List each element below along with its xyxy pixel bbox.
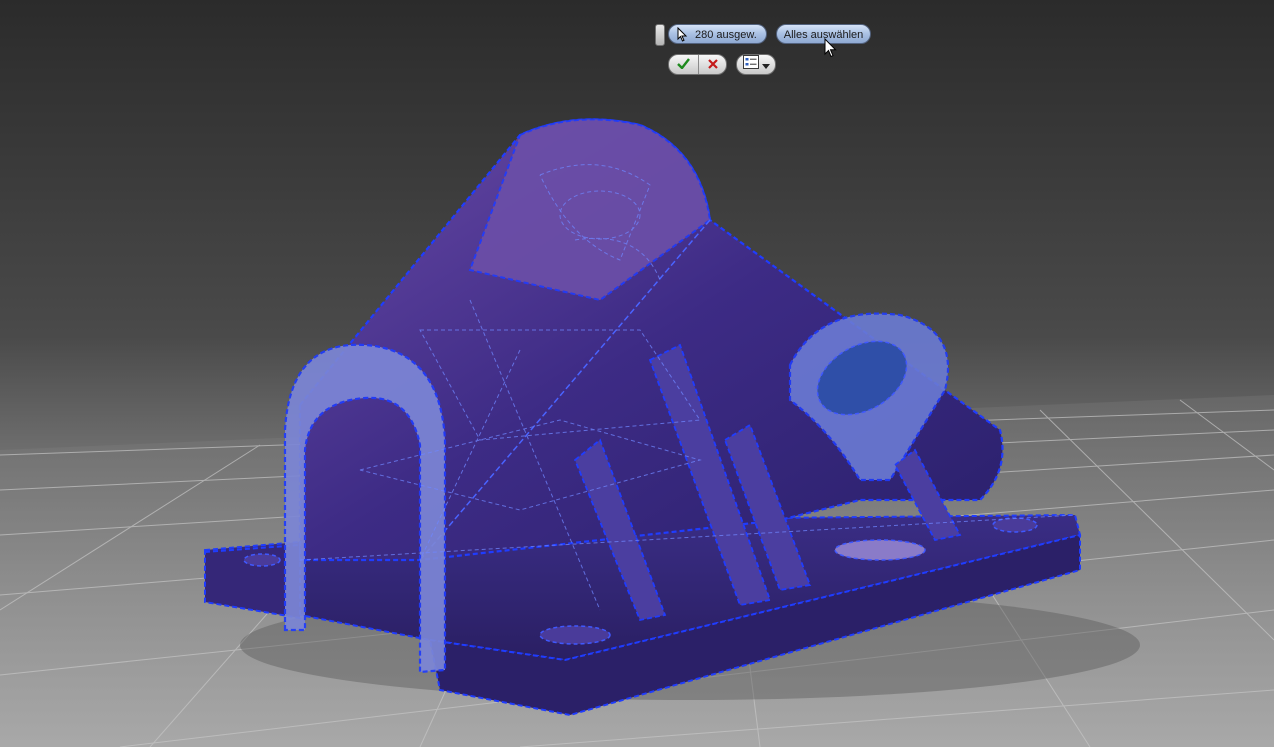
base-hole: [834, 539, 926, 561]
confirm-button-group: [668, 54, 727, 75]
base-hole: [992, 517, 1038, 533]
model-scene[interactable]: [0, 0, 1274, 747]
selected-count-button[interactable]: 280 ausgew.: [668, 24, 767, 44]
cancel-button[interactable]: [698, 55, 726, 74]
list-options-icon: [742, 55, 759, 74]
3d-viewport[interactable]: 280 ausgew. Alles auswählen: [0, 0, 1274, 747]
ok-button[interactable]: [669, 55, 699, 74]
options-dropdown-button[interactable]: [736, 54, 776, 75]
toolbar-grip-handle[interactable]: [655, 24, 665, 46]
cursor-arrow-icon: [677, 26, 688, 49]
selected-count-label: 280 ausgew.: [695, 29, 757, 41]
base-hole: [243, 553, 281, 567]
base-hole: [539, 625, 611, 645]
mouse-pointer-icon: [824, 37, 837, 63]
chevron-down-icon: [761, 56, 770, 74]
checkmark-icon: [677, 56, 690, 74]
x-icon: [707, 56, 718, 74]
